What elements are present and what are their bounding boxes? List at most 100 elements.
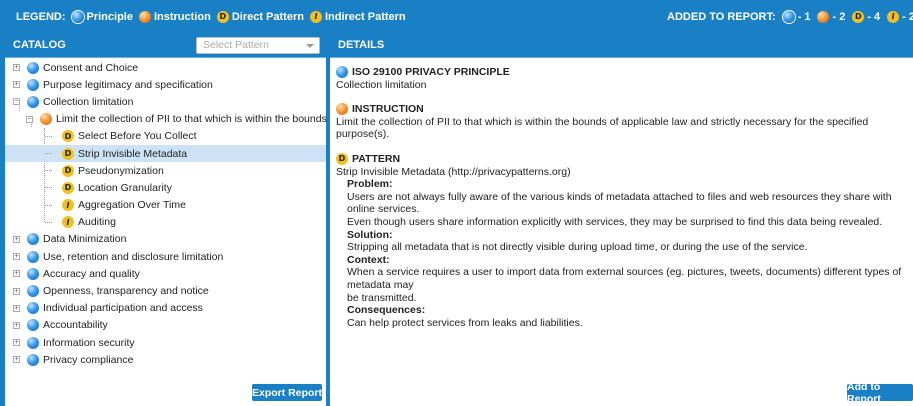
principle-icon — [336, 66, 348, 79]
direct-pattern-icon: D — [62, 130, 74, 143]
tree-pattern-auditing[interactable]: I Auditing — [5, 214, 326, 231]
legend-title: LEGEND: — [16, 10, 66, 23]
details-panel: DETAILS ISO 29100 PRIVACY PRINCIPLE Coll… — [330, 33, 913, 406]
direct-pattern-icon: D — [62, 164, 74, 177]
solution-text: Stripping all metadata that is not direc… — [347, 241, 808, 254]
principle-icon — [27, 78, 39, 91]
legend-instruction: Instruction — [138, 10, 211, 23]
expand-icon[interactable]: + — [13, 81, 20, 89]
catalog-header: CATALOG Select Pattern — [5, 33, 326, 58]
context-text-2: be transmitted. — [347, 291, 417, 304]
added-to-report: ADDED TO REPORT: - 1 - 2 D - 4 I - 2 — [667, 0, 913, 33]
collapse-icon[interactable]: − — [26, 115, 33, 123]
problem-text-1: Users are not always fully aware of the … — [347, 190, 892, 216]
tree-principle-openness[interactable]: + Openness, transparency and notice — [5, 282, 326, 299]
collapse-icon[interactable]: − — [13, 98, 20, 106]
consequences-text: Can help protect services from leaks and… — [347, 316, 583, 329]
principle-icon — [782, 10, 795, 23]
expand-icon[interactable]: + — [13, 64, 20, 72]
indirect-pattern-icon: I — [887, 10, 900, 23]
catalog-title: CATALOG — [13, 39, 66, 51]
principle-section: ISO 29100 PRIVACY PRINCIPLE Collection l… — [336, 66, 907, 91]
consequences-label: Consequences: — [347, 304, 426, 317]
tree-pattern-location-granularity[interactable]: D Location Granularity — [5, 179, 326, 196]
problem-text-2: Even though users share information expl… — [347, 215, 883, 228]
direct-pattern-icon: D — [62, 181, 74, 194]
add-to-report-button[interactable]: Add to Report — [847, 381, 913, 405]
principle-icon — [27, 319, 39, 332]
tree-pattern-pseudonymization[interactable]: D Pseudonymization — [5, 162, 326, 179]
indirect-pattern-icon: I — [309, 10, 322, 23]
principle-icon — [27, 336, 39, 349]
expand-icon[interactable]: + — [13, 356, 20, 364]
expand-icon[interactable]: + — [13, 235, 20, 243]
details-title: DETAILS — [338, 39, 385, 51]
expand-icon[interactable]: + — [13, 253, 20, 261]
direct-pattern-icon: D — [852, 10, 865, 23]
instruction-section: INSTRUCTION Limit the collection of PII … — [336, 103, 907, 141]
added-label: ADDED TO REPORT: — [667, 10, 776, 23]
principle-icon — [27, 267, 39, 280]
instruction-icon — [138, 10, 151, 23]
principle-icon — [27, 250, 39, 263]
added-direct-count: D - 4 — [852, 10, 880, 23]
principle-icon — [27, 353, 39, 366]
tree-principle-individual-participation[interactable]: + Individual participation and access — [5, 300, 326, 317]
tree-principle-purpose-legitimacy[interactable]: + Purpose legitimacy and specification — [5, 76, 326, 93]
solution-label: Solution: — [347, 228, 393, 241]
details-header: DETAILS — [330, 33, 913, 58]
tree-principle-accuracy-quality[interactable]: + Accuracy and quality — [5, 265, 326, 282]
principle-text: Collection limitation — [336, 78, 427, 91]
export-report-button[interactable]: Export Report — [252, 384, 322, 401]
context-label: Context: — [347, 253, 390, 266]
tree-principle-consent-and-choice[interactable]: + Consent and Choice — [5, 59, 326, 76]
legend-principle: Principle — [71, 10, 133, 23]
problem-label: Problem: — [347, 178, 393, 191]
principle-header: ISO 29100 PRIVACY PRINCIPLE — [336, 66, 907, 79]
expand-icon[interactable]: + — [13, 304, 20, 312]
context-text-1: When a service requires a user to import… — [347, 266, 902, 291]
instruction-icon — [817, 10, 830, 23]
principle-icon — [71, 10, 84, 23]
added-instruction-count: - 2 — [817, 10, 845, 23]
chevron-down-icon — [306, 44, 314, 48]
tree-principle-information-security[interactable]: + Information security — [5, 334, 326, 351]
principle-icon — [27, 302, 39, 315]
instruction-icon — [336, 103, 348, 116]
instruction-text: Limit the collection of PII to that whic… — [336, 115, 869, 141]
tree-pattern-strip-invisible-metadata[interactable]: D Strip Invisible Metadata — [5, 144, 326, 163]
catalog-panel: CATALOG Select Pattern + Consent and Cho… — [5, 33, 350, 406]
expand-icon[interactable]: + — [13, 287, 20, 295]
tree-pattern-select-before-you-collect[interactable]: D Select Before You Collect — [5, 128, 326, 145]
direct-pattern-icon: D — [62, 147, 74, 160]
legend-indirect-pattern: I Indirect Pattern — [309, 10, 406, 23]
tree-principle-privacy-compliance[interactable]: + Privacy compliance — [5, 351, 326, 368]
legend-direct-pattern: D Direct Pattern — [216, 10, 304, 23]
principle-icon — [27, 61, 39, 74]
principle-icon — [27, 95, 39, 108]
principle-icon — [27, 233, 39, 246]
pattern-name: Strip Invisible Metadata (http://privacy… — [336, 165, 571, 178]
added-indirect-count: I - 2 — [887, 10, 913, 23]
tree-principle-use-retention[interactable]: + Use, retention and disclosure limitati… — [5, 248, 326, 265]
tree-pattern-aggregation-over-time[interactable]: I Aggregation Over Time — [5, 197, 326, 214]
expand-icon[interactable]: + — [13, 270, 20, 278]
indirect-pattern-icon: I — [62, 199, 74, 212]
expand-icon[interactable]: + — [13, 321, 20, 329]
tree-principle-accountability[interactable]: + Accountability — [5, 317, 326, 334]
indirect-pattern-icon: I — [62, 216, 74, 229]
direct-pattern-icon: D — [216, 10, 229, 23]
tree-principle-data-minimization[interactable]: + Data Minimization — [5, 231, 326, 248]
pattern-header: D PATTERN — [336, 153, 907, 166]
added-principle-count: - 1 — [782, 10, 810, 23]
tree-principle-collection-limitation[interactable]: − Collection limitation — [5, 93, 326, 110]
expand-icon[interactable]: + — [13, 339, 20, 347]
instruction-icon — [40, 113, 52, 126]
direct-pattern-icon: D — [336, 153, 348, 166]
instruction-header: INSTRUCTION — [336, 103, 907, 116]
principle-icon — [27, 285, 39, 298]
pattern-section: D PATTERN Strip Invisible Metadata (http… — [336, 153, 907, 329]
tree-instruction-limit-collection[interactable]: − Limit the collection of PII to that wh… — [5, 111, 350, 128]
select-pattern-dropdown[interactable]: Select Pattern — [196, 37, 320, 54]
catalog-tree: + Consent and Choice + Purpose legitimac… — [5, 59, 350, 368]
